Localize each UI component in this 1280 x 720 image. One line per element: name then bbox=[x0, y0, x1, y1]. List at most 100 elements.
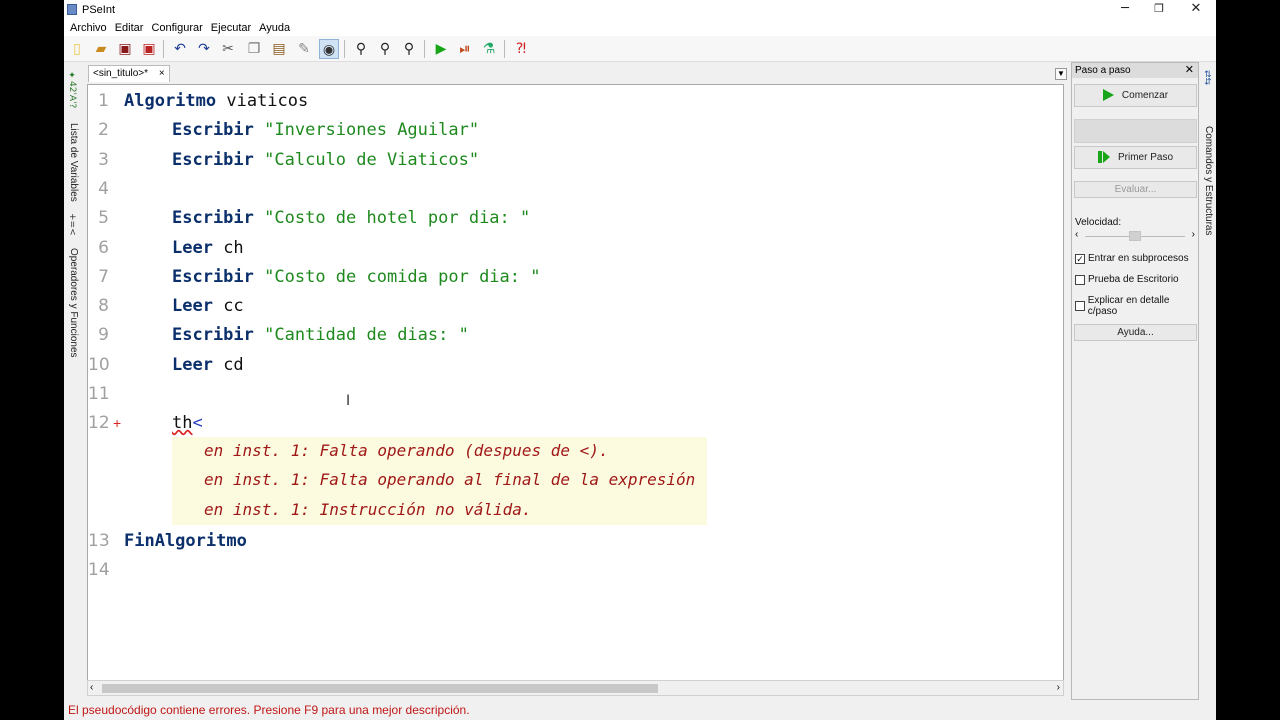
slider-knob[interactable] bbox=[1129, 231, 1141, 241]
code-line[interactable]: Leer cc bbox=[172, 296, 244, 316]
option-label: Entrar en subprocesos bbox=[1088, 253, 1189, 264]
pseint-window: PSeInt ─ ❐ ✕ Archivo Editar Configurar E… bbox=[64, 0, 1216, 720]
first-step-arrow-icon bbox=[1102, 151, 1110, 164]
save-as-icon[interactable]: ▣ bbox=[139, 39, 159, 59]
scroll-right-icon[interactable]: › bbox=[1057, 681, 1060, 695]
variables-tab[interactable]: Lista de Variables bbox=[68, 123, 79, 202]
keyword: Escribir bbox=[172, 149, 254, 170]
keyword: Escribir bbox=[172, 120, 254, 141]
line-number: 4 bbox=[98, 178, 109, 199]
code-line[interactable]: Escribir "Costo de hotel por dia: " bbox=[172, 208, 530, 228]
menu-ayuda[interactable]: Ayuda bbox=[259, 22, 290, 34]
toolbar-separator bbox=[504, 40, 505, 58]
view-icon[interactable]: ◉ bbox=[319, 39, 339, 59]
code-text: ch bbox=[212, 237, 244, 258]
toolbar-separator bbox=[163, 40, 164, 58]
minimize-button[interactable]: ─ bbox=[1107, 0, 1143, 19]
left-side-panel: ✦42'A'? Lista de Variables +=< Operadore… bbox=[64, 63, 86, 703]
debug-icon[interactable]: ⚗ bbox=[479, 39, 499, 59]
menu-configurar[interactable]: Configurar bbox=[151, 22, 202, 34]
redo-icon[interactable]: ↷ bbox=[194, 39, 214, 59]
line-number: 10 bbox=[88, 354, 110, 375]
code-line[interactable]: FinAlgoritmo bbox=[124, 531, 247, 551]
code-line[interactable]: Leer ch bbox=[172, 238, 244, 258]
operators-tab[interactable]: Operadores y Funciones bbox=[68, 248, 79, 358]
scrollbar-thumb[interactable] bbox=[102, 684, 658, 693]
option-label: Prueba de Escritorio bbox=[1088, 274, 1179, 285]
paste-icon[interactable]: ▤ bbox=[269, 39, 289, 59]
save-icon[interactable]: ▣ bbox=[115, 39, 135, 59]
slider-right-icon[interactable]: › bbox=[1192, 229, 1195, 240]
copy-icon[interactable]: ❐ bbox=[244, 39, 264, 59]
toolbar: ▯ ▰ ▣ ▣ ↶ ↷ ✂ ❐ ▤ ✎ ◉ ⚲ ⚲ ⚲ ▶ ⏯ ⚗ ⁈ bbox=[64, 36, 1216, 62]
code-line[interactable]: Escribir "Cantidad de dias: " bbox=[172, 325, 469, 345]
check-prueba-escritorio[interactable]: Prueba de Escritorio bbox=[1075, 274, 1179, 285]
code-editor[interactable]: 1 Algoritmo viaticos 2 Escribir "Inversione… bbox=[87, 84, 1064, 682]
close-button[interactable]: ✕ bbox=[1178, 0, 1214, 19]
error-marker-icon[interactable]: + bbox=[113, 413, 121, 433]
run-icon[interactable]: ▶ bbox=[431, 39, 451, 59]
find-icon[interactable]: ⚲ bbox=[351, 39, 371, 59]
code-line[interactable]: Escribir "Inversiones Aguilar" bbox=[172, 120, 479, 140]
open-folder-icon[interactable]: ▰ bbox=[91, 39, 111, 59]
title-bar: PSeInt ─ ❐ ✕ bbox=[64, 0, 1216, 19]
replace-icon[interactable]: ⚲ bbox=[399, 39, 419, 59]
first-step-icon bbox=[1097, 151, 1102, 164]
status-bar: El pseudocódigo contiene errores. Presio… bbox=[64, 700, 1216, 720]
checkbox-icon[interactable]: ✓ bbox=[1075, 253, 1085, 264]
checkbox-icon[interactable] bbox=[1075, 274, 1085, 285]
menu-ejecutar[interactable]: Ejecutar bbox=[211, 22, 251, 34]
code-line[interactable]: Escribir "Costo de comida por dia: " bbox=[172, 267, 540, 287]
code-text: cd bbox=[212, 354, 244, 375]
new-file-icon[interactable]: ▯ bbox=[67, 39, 87, 59]
string-literal: "Cantidad de dias: " bbox=[264, 325, 469, 346]
horizontal-scrollbar[interactable]: ‹ › bbox=[87, 680, 1064, 696]
string-literal: "Costo de hotel por dia: " bbox=[264, 208, 531, 229]
primer-paso-button[interactable]: Primer Paso bbox=[1074, 146, 1197, 169]
checkbox-icon[interactable] bbox=[1075, 301, 1085, 311]
primer-paso-label: Primer Paso bbox=[1117, 152, 1173, 163]
panel-close-icon[interactable]: ✕ bbox=[1185, 63, 1194, 78]
menu-editar[interactable]: Editar bbox=[115, 22, 144, 34]
code-text: cc bbox=[212, 296, 244, 317]
tab-close-icon[interactable]: × bbox=[159, 68, 165, 79]
error-annotation-box: en inst. 1: Falta operando (despues de <… bbox=[172, 437, 707, 525]
commands-tab[interactable]: Comandos y Estructuras bbox=[1203, 126, 1214, 236]
tab-sin-titulo[interactable]: <sin_titulo>* × bbox=[88, 65, 170, 82]
keyword: FinAlgoritmo bbox=[124, 530, 247, 551]
slider-left-icon[interactable]: ‹ bbox=[1075, 229, 1078, 240]
toolbar-separator bbox=[424, 40, 425, 58]
error-token: th bbox=[172, 413, 193, 434]
code-text: th< bbox=[172, 413, 203, 433]
code-line[interactable]: Algoritmo viaticos bbox=[124, 91, 308, 111]
string-literal: "Calculo de Viaticos" bbox=[264, 149, 480, 170]
check-explicar-detalle[interactable]: Explicar en detalle c/paso bbox=[1075, 295, 1198, 317]
keyword: Leer bbox=[172, 354, 213, 375]
error-message: en inst. 1: Instrucción no válida. bbox=[204, 499, 532, 519]
restore-button[interactable]: ❐ bbox=[1141, 0, 1177, 19]
check-entrar-subprocesos[interactable]: ✓ Entrar en subprocesos bbox=[1075, 253, 1189, 264]
cut-icon[interactable]: ✂ bbox=[218, 39, 238, 59]
find-next-icon[interactable]: ⚲ bbox=[375, 39, 395, 59]
keyword: Escribir bbox=[172, 266, 254, 287]
menu-archivo[interactable]: Archivo bbox=[70, 22, 107, 34]
undo-icon[interactable]: ↶ bbox=[170, 39, 190, 59]
speed-slider[interactable]: ‹ › bbox=[1075, 229, 1195, 243]
scroll-left-icon[interactable]: ‹ bbox=[90, 681, 93, 695]
code-line[interactable]: Escribir "Calculo de Viaticos" bbox=[172, 150, 479, 170]
help-icon[interactable]: ⁈ bbox=[511, 39, 531, 59]
line-number: 1 bbox=[98, 91, 109, 111]
edit-icon[interactable]: ✎ bbox=[294, 39, 314, 59]
step-icon[interactable]: ⏯ bbox=[455, 39, 475, 59]
line-number: 13 bbox=[88, 530, 110, 551]
ayuda-button[interactable]: Ayuda... bbox=[1074, 324, 1197, 341]
tab-dropdown-icon[interactable]: ▼ bbox=[1055, 68, 1067, 80]
line-number: 5 bbox=[98, 208, 109, 229]
code-line[interactable]: th< bbox=[172, 413, 203, 433]
play-icon bbox=[1102, 89, 1114, 102]
code-line[interactable]: Leer cd bbox=[172, 355, 244, 375]
panel-header: Paso a paso ✕ bbox=[1072, 63, 1198, 78]
comenzar-button[interactable]: Comenzar bbox=[1074, 84, 1197, 107]
